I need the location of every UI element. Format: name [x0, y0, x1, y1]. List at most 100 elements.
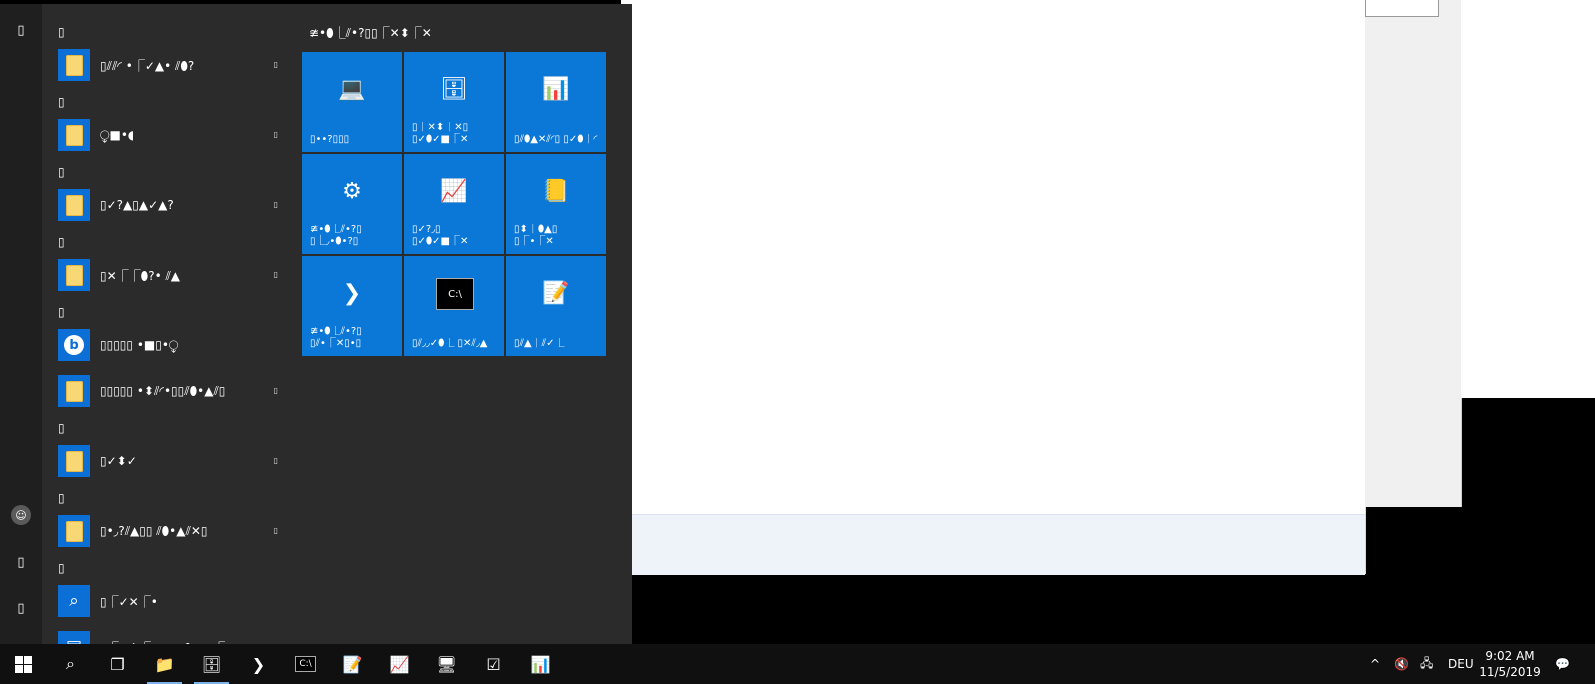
start-tile[interactable]: ❯ ≇•⬮⎿⫽•?▯ ▯⫽•⎾✕▯•▯ — [302, 256, 402, 356]
task-manager-icon: 📈 — [440, 178, 468, 204]
tile-label: ▯⬍⎾⬮▲▯ ▯⎾•⎾✕ — [514, 224, 558, 247]
tiles-group-header: ≇•⬮⎿⫽•?▯▯⎾✕⬍⎾✕ — [309, 26, 432, 40]
app-list-item[interactable]: ▯⫽⫽◜ •⎾✓▲• ⫽⬮? ▯ — [56, 42, 288, 88]
background-window-tertiary — [1461, 0, 1595, 398]
start-tile[interactable]: 📒 ▯⬍⎾⬮▲▯ ▯⎾•⎾✕ — [506, 154, 606, 254]
start-tile[interactable]: 💻 ▯••?▯▯▯ — [302, 52, 402, 152]
taskbar-app-button[interactable]: 🗄 — [188, 644, 235, 684]
menu-icon: ▯ — [17, 22, 25, 38]
expand-chevron-icon[interactable]: ▯ — [274, 386, 278, 395]
notepad-icon: 📝 — [542, 280, 570, 306]
event-viewer-icon: 📒 — [542, 178, 570, 204]
section-letter[interactable]: ▯ — [56, 88, 288, 112]
notifications-icon: 💬 — [1555, 657, 1570, 671]
volume-button[interactable]: 🔇 — [1394, 644, 1409, 684]
computer-icon: 💻 — [338, 76, 366, 102]
tile-label: ▯••?▯▯▯ — [310, 134, 350, 145]
server-manager-icon: 🗄 — [440, 76, 468, 102]
volume-muted-icon: 🔇 — [1394, 657, 1409, 671]
expand-chevron-icon[interactable]: ▯ — [274, 200, 278, 209]
start-tile[interactable]: ⚙ ≇•⬮⎿⫽•?▯ ▯⎿◞•⬮•?▯ — [302, 154, 402, 254]
clock[interactable]: 9:02 AM 11/5/2019 — [1470, 648, 1550, 680]
expand-chevron-icon[interactable]: ▯ — [274, 526, 278, 535]
tile-label: ▯⫽⬮▲✕⫽◜▯ ▯✓⬮⎾◜ — [514, 134, 598, 145]
section-letter[interactable]: ▯ — [56, 484, 288, 508]
start-tile[interactable]: 📝 ▯⫽▲⎾⫽✓⎿ — [506, 256, 606, 356]
command-prompt-icon: C:\ — [436, 278, 474, 310]
start-rail: ▯ ☺ ▯ ▯ — [0, 4, 42, 644]
start-button[interactable] — [0, 644, 47, 684]
folder-icon — [58, 49, 90, 81]
user-account-button[interactable]: ☺ — [0, 497, 42, 533]
section-letter[interactable]: ▯ — [56, 18, 288, 42]
taskbar-app-button[interactable]: 📝 — [329, 644, 376, 684]
app-list-item[interactable]: ⧬■•◖ ▯ — [56, 112, 288, 158]
expand-chevron-icon[interactable]: ▯ — [274, 60, 278, 69]
app-list-item[interactable]: b ▯▯▯▯▯ •■▯•⧬ — [56, 322, 288, 368]
folder-icon — [58, 119, 90, 151]
tile-label: ▯⫽◞◞✓⬮⎿ ▯✕⫽◞▲ — [412, 338, 488, 349]
folder-icon — [58, 259, 90, 291]
app-list-item[interactable]: ▯✓?▲▯▲✓▲? ▯ — [56, 182, 288, 228]
taskbar-app-button[interactable]: 📁 — [141, 644, 188, 684]
section-letter[interactable]: ▯ — [56, 554, 288, 578]
section-letter[interactable]: ▯ — [56, 298, 288, 322]
start-tile[interactable]: 🗄 ▯⎾✕⬍⎾✕▯ ▯✓⬮✓■⎾✕ — [404, 52, 504, 152]
task-list-icon: ☑ — [486, 654, 501, 674]
app-label: ▯✕⎾⎾⬮?• ⫽▲ — [100, 268, 181, 283]
tile-label: ≇•⬮⎿⫽•?▯ ▯⫽•⎾✕▯•▯ — [310, 326, 362, 349]
search-icon: ⌕ — [58, 585, 90, 617]
documents-button[interactable]: ▯ — [0, 544, 42, 580]
search-button[interactable]: ⌕ — [47, 644, 94, 684]
app-list-item[interactable]: ▯▯▯▯▯ •⬍⫽◜•▯▯⫽⬮•▲⫽▯ ▯ — [56, 368, 288, 414]
app-label: ▯•◞?⫽▲▯▯ ⫽⬮•▲⫽✕▯ — [100, 523, 208, 538]
start-tile[interactable]: 📈 ▯✓?◞▯ ▯✓⬮✓■⎾✕ — [404, 154, 504, 254]
server-icon: ▤ — [58, 631, 90, 644]
taskbar-app-button[interactable]: 📊 — [517, 644, 564, 684]
folder-icon — [58, 189, 90, 221]
documents-icon: ▯ — [17, 554, 25, 570]
start-menu: ▯ ☺ ▯ ▯ ▯ ▯⫽⫽◜ •⎾✓▲• ⫽⬮? ▯ ▯ ⧬■•◖ ▯ ▯ ▯✓?▲▯▲✓▲?… — [0, 4, 632, 644]
app-list-item[interactable]: ▯✕⎾⎾⬮?• ⫽▲ ▯ — [56, 252, 288, 298]
powershell-icon: ❯ — [251, 654, 266, 674]
expand-chevron-icon[interactable]: ▯ — [274, 456, 278, 465]
expand-chevron-icon[interactable]: ▯ — [274, 130, 278, 139]
start-tile[interactable]: C:\ ▯⫽◞◞✓⬮⎿ ▯✕⫽◞▲ — [404, 256, 504, 356]
expand-chevron-icon[interactable]: ▯ — [274, 270, 278, 279]
start-tile[interactable]: 📊 ▯⫽⬮▲✕⫽◜▯ ▯✓⬮⎾◜ — [506, 52, 606, 152]
app-list: ▯ ▯⫽⫽◜ •⎾✓▲• ⫽⬮? ▯ ▯ ⧬■•◖ ▯ ▯ ▯✓?▲▯▲✓▲? ▯ ▯ ▯✕⎾⎾⬮?… — [56, 18, 288, 644]
search-icon: ⌕ — [66, 654, 75, 673]
powershell-icon: ❯ — [342, 280, 362, 306]
folder-icon — [58, 445, 90, 477]
server-manager-icon: 🗄 — [201, 654, 222, 674]
control-panel-icon: 📊 — [542, 76, 570, 102]
app-list-item[interactable]: ▤▯⎾✕⬍⎾✕▯▯✓⬮✓■⎾✕ — [56, 624, 288, 644]
clock-time: 9:02 AM — [1485, 649, 1535, 663]
action-center-button[interactable]: 💬 — [1555, 644, 1570, 684]
taskbar-app-button[interactable]: C:\ — [282, 644, 329, 684]
user-icon: ☺ — [11, 505, 31, 525]
task-view-button[interactable]: ❐ — [94, 644, 141, 684]
control-panel-icon: 📊 — [530, 654, 551, 674]
section-letter[interactable]: ▯ — [56, 158, 288, 182]
app-list-item[interactable]: ⌕ ▯⎾✓✕⎾• — [56, 578, 288, 624]
taskbar-app-button[interactable]: 📈 — [376, 644, 423, 684]
show-hidden-icons-button[interactable]: ^ — [1370, 644, 1380, 684]
network-button[interactable]: 🖧 — [1420, 644, 1433, 684]
background-window-secondary — [1365, 0, 1462, 507]
section-letter[interactable]: ▯ — [56, 414, 288, 438]
taskbar-app-button[interactable]: ❯ — [235, 644, 282, 684]
pictures-button[interactable]: ▯ — [0, 590, 42, 626]
taskbar-app-button[interactable]: 🖥 — [423, 644, 470, 684]
chevron-up-icon: ^ — [1370, 657, 1381, 671]
app-label: ▯⎾✓✕⎾• — [100, 594, 158, 609]
taskbar-app-button[interactable]: ☑ — [470, 644, 517, 684]
background-window-frame — [1365, 0, 1439, 17]
expand-menu-button[interactable]: ▯ — [0, 12, 42, 48]
app-list-item[interactable]: ▯✓⬍✓ ▯ — [56, 438, 288, 484]
hyper-v-icon: 🖥 — [436, 654, 457, 674]
app-list-item[interactable]: ▯•◞?⫽▲▯▯ ⫽⬮•▲⫽✕▯ ▯ — [56, 508, 288, 554]
background-window-footer — [621, 514, 1365, 575]
section-letter[interactable]: ▯ — [56, 228, 288, 252]
folder-icon — [58, 375, 90, 407]
